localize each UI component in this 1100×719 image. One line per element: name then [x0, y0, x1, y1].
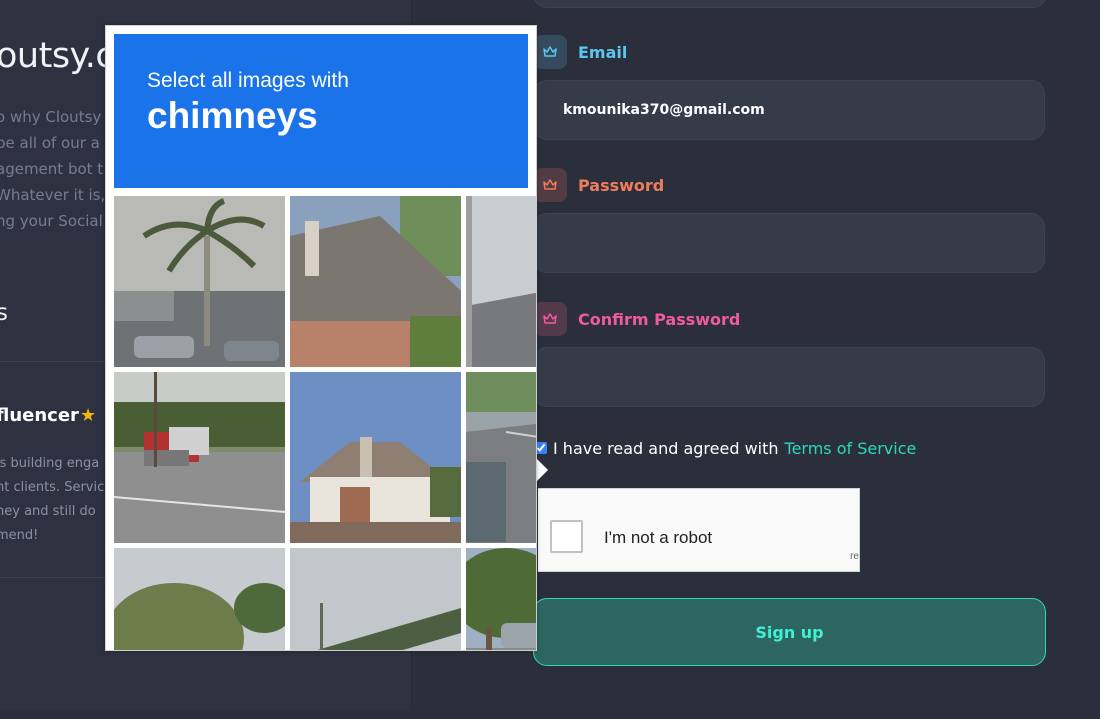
email-label: Email [578, 42, 628, 62]
confirm-password-label: Confirm Password [578, 309, 741, 329]
tile-road-trucks[interactable] [114, 372, 285, 543]
confirm-password-field[interactable] [533, 347, 1045, 407]
recaptcha-branding: re [850, 551, 859, 562]
crown-icon [533, 35, 567, 69]
tile-trees[interactable] [114, 548, 285, 650]
tile-trees-cars[interactable] [466, 548, 536, 650]
image-grid [114, 196, 536, 650]
tile-house-chimney-2[interactable] [290, 372, 461, 543]
email-input[interactable] [561, 101, 1025, 119]
recaptcha-checkbox[interactable] [550, 520, 583, 553]
recaptcha-widget: I'm not a robot re [538, 488, 860, 572]
email-label-row: Email [533, 35, 627, 69]
password-field[interactable] [533, 213, 1045, 273]
star-icon: ★ [80, 405, 97, 426]
challenge-pointer [537, 459, 548, 481]
email-field[interactable] [533, 80, 1045, 140]
terms-row: I have read and agreed with Terms of Ser… [533, 436, 916, 460]
brand-title: outsy.c [0, 36, 115, 76]
tile-palm-parking[interactable] [114, 196, 285, 367]
tile-house-chimney[interactable] [290, 196, 461, 367]
review-author: fluencer [0, 405, 79, 426]
username-input[interactable] [533, 0, 1047, 8]
challenge-header: Select all images with chimneys [114, 34, 528, 188]
challenge-instruction: Select all images with [147, 69, 349, 92]
crown-icon [533, 302, 567, 336]
confirm-password-input[interactable] [561, 368, 1025, 386]
tile-roof-edge[interactable] [466, 196, 536, 367]
signup-button[interactable]: Sign up [533, 598, 1046, 666]
password-input[interactable] [561, 234, 1025, 252]
password-label-row: Password [533, 168, 664, 202]
confirm-password-label-row: Confirm Password [533, 302, 740, 336]
password-label: Password [578, 175, 665, 195]
terms-text: I have read and agreed with [553, 438, 779, 458]
reviews-heading: s [0, 300, 8, 326]
tile-road-car[interactable] [466, 372, 536, 543]
challenge-keyword: chimneys [147, 95, 318, 136]
recaptcha-label: I'm not a robot [604, 528, 713, 547]
terms-link[interactable]: Terms of Service [785, 439, 917, 458]
crown-icon [533, 168, 567, 202]
captcha-challenge: Select all images with chimneys [105, 25, 537, 651]
tile-overpass[interactable] [290, 548, 461, 650]
